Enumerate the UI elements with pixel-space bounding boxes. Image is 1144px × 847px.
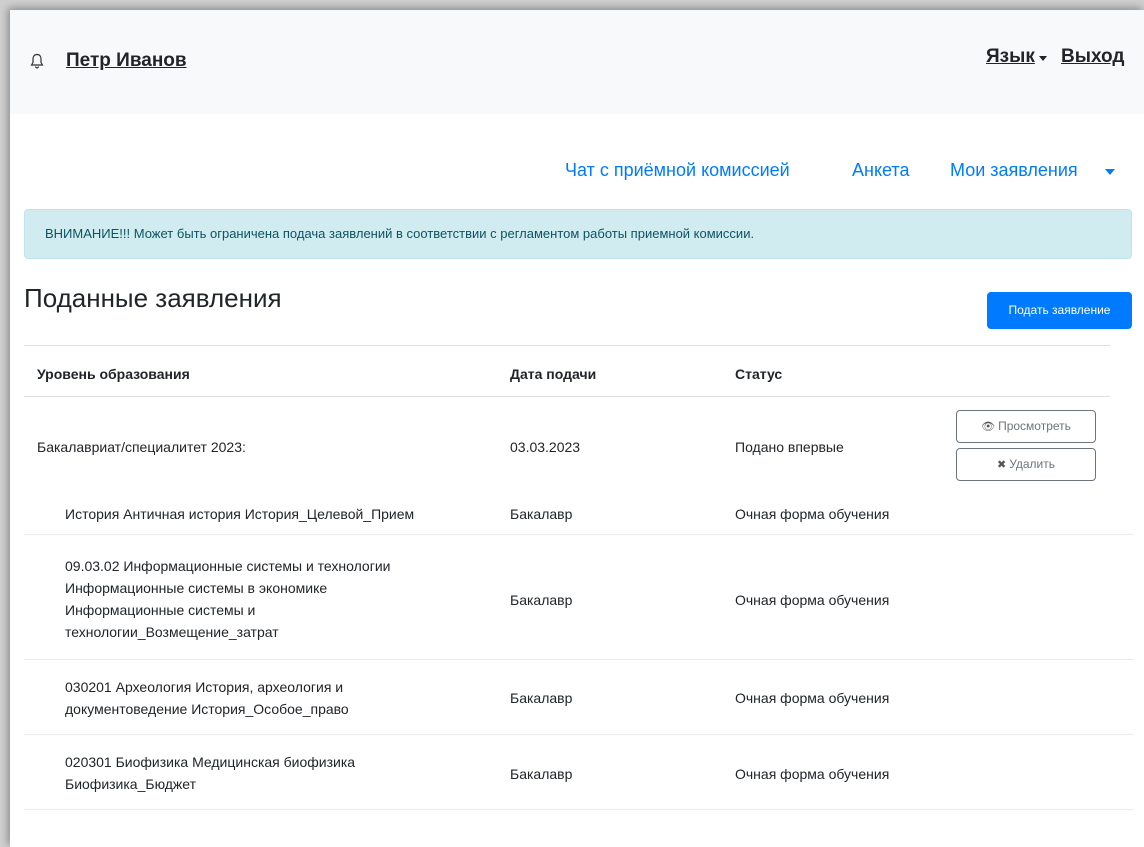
browser-page: Петр Иванов Язык Выход Чат с приёмной ко… bbox=[10, 10, 1144, 847]
caret-down-icon bbox=[1105, 169, 1115, 175]
divider bbox=[24, 396, 1110, 397]
language-dropdown[interactable]: Язык bbox=[986, 46, 1035, 68]
notice-alert: ВНИМАНИЕ!!! Может быть ограничена подача… bbox=[24, 209, 1132, 259]
row-divider bbox=[24, 659, 1134, 660]
row-divider bbox=[24, 809, 1134, 810]
program-name: 020301 Биофизика Медицинская биофизика Б… bbox=[65, 754, 356, 792]
delete-label: Удалить bbox=[1009, 457, 1056, 471]
program-degree: Бакалавр bbox=[510, 766, 573, 782]
row-divider bbox=[24, 534, 1134, 535]
program-name: История Античная история История_Целевой… bbox=[65, 506, 415, 522]
view-application-button[interactable]: 👁︎ Просмотреть bbox=[956, 410, 1096, 443]
nav-applications-dropdown[interactable]: Мои заявления bbox=[950, 160, 1078, 181]
submit-application-button[interactable]: Подать заявление bbox=[987, 292, 1132, 329]
program-name: 030201 Археология История, археология и … bbox=[65, 679, 349, 717]
delete-application-button[interactable]: ✖ Удалить bbox=[956, 448, 1096, 481]
program-degree: Бакалавр bbox=[510, 690, 573, 706]
divider bbox=[24, 345, 1110, 346]
top-navbar: Петр Иванов Язык Выход bbox=[10, 10, 1144, 114]
alert-text: ВНИМАНИЕ!!! Может быть ограничена подача… bbox=[45, 226, 755, 241]
row-divider bbox=[24, 734, 1134, 735]
eye-icon: 👁︎ bbox=[981, 421, 996, 433]
column-header-date: Дата подачи bbox=[510, 366, 597, 382]
nav-form-link[interactable]: Анкета bbox=[852, 160, 910, 181]
application-status: Подано впервые bbox=[735, 439, 844, 455]
caret-down-icon bbox=[1039, 56, 1047, 61]
application-date: 03.03.2023 bbox=[510, 439, 581, 455]
logout-link[interactable]: Выход bbox=[1061, 46, 1124, 68]
program-degree: Бакалавр bbox=[510, 592, 573, 608]
program-form: Очная форма обучения bbox=[735, 506, 890, 522]
view-label: Просмотреть bbox=[998, 419, 1071, 433]
program-name: 09.03.02 Информационные системы и технол… bbox=[65, 558, 391, 640]
nav-chat-link[interactable]: Чат с приёмной комиссией bbox=[565, 160, 790, 181]
bell-icon[interactable] bbox=[30, 53, 44, 69]
user-name-link[interactable]: Петр Иванов bbox=[66, 50, 187, 72]
column-header-status: Статус bbox=[735, 366, 783, 382]
application-level: Бакалавриат/специалитет 2023: bbox=[37, 439, 246, 455]
program-form: Очная форма обучения bbox=[735, 690, 890, 706]
page-title: Поданные заявления bbox=[24, 283, 282, 313]
close-icon: ✖ bbox=[996, 459, 1007, 471]
column-header-level: Уровень образования bbox=[37, 366, 190, 382]
program-degree: Бакалавр bbox=[510, 506, 573, 522]
program-form: Очная форма обучения bbox=[735, 592, 890, 608]
program-form: Очная форма обучения bbox=[735, 766, 890, 782]
